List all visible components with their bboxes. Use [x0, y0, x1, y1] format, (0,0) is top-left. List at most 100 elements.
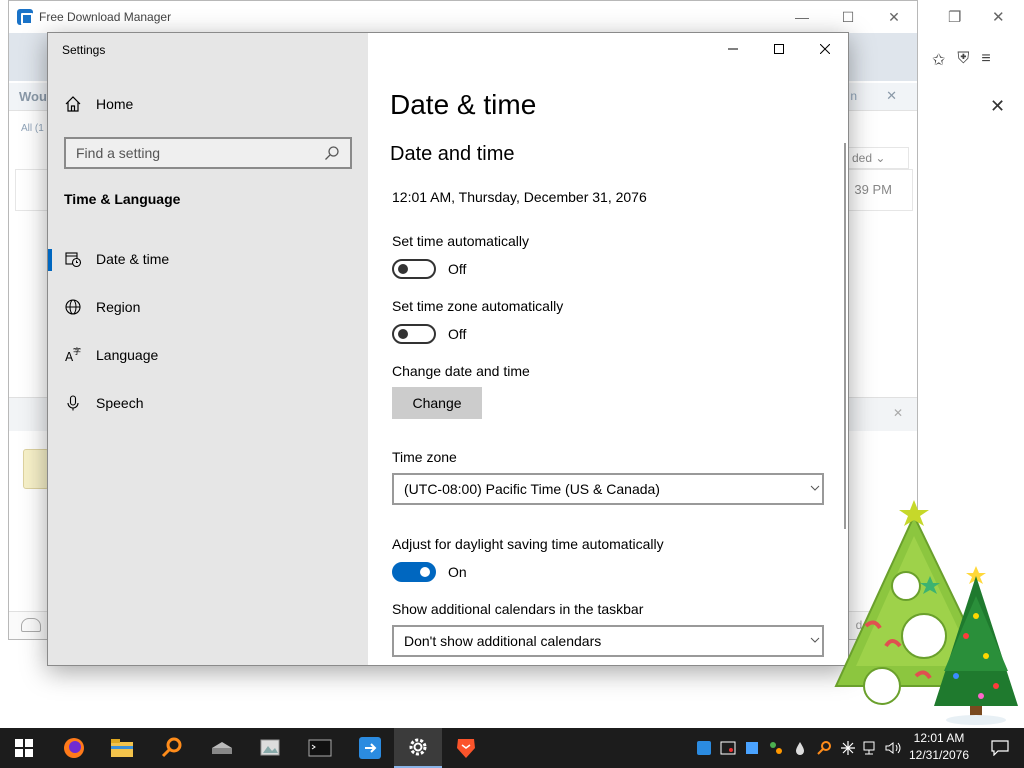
fdm-notice-text: Woul: [19, 89, 51, 104]
toggle-state: On: [448, 564, 467, 580]
fdm-item-time: 39 PM: [854, 182, 892, 197]
close-icon: [820, 44, 830, 54]
menu-icon[interactable]: ≡: [981, 50, 990, 70]
settings-nav: Settings Home Time & Language Date & tim…: [48, 33, 368, 665]
folder-icon: [23, 449, 49, 489]
taskbar-settings[interactable]: [394, 728, 442, 768]
magnifier-icon: [161, 737, 182, 758]
gear-icon: [409, 738, 427, 756]
dst-label: Adjust for daylight saving time automati…: [392, 536, 664, 552]
fdm-window-controls: ― ☐ ✕: [779, 1, 917, 33]
tray-app-icon[interactable]: [742, 728, 762, 768]
calendars-value: Don't show additional calendars: [404, 633, 602, 649]
settings-window: Settings Home Time & Language Date & tim…: [47, 32, 849, 666]
sidebar-item-label: Language: [96, 347, 159, 363]
globe-icon: [64, 298, 82, 316]
sidebar-item-label: Region: [96, 299, 141, 315]
tray-snowflake-icon[interactable]: [838, 728, 858, 768]
toggle-switch[interactable]: [392, 324, 436, 344]
tray-volume-icon[interactable]: [884, 728, 904, 768]
tray-fdm-icon[interactable]: [694, 728, 714, 768]
sidebar-item-label: Date & time: [96, 251, 170, 267]
fdm-logo-icon: [17, 9, 33, 25]
action-center-button[interactable]: [976, 728, 1024, 768]
fdm-sort-label: ded: [852, 151, 873, 165]
fdm-notice-close-icon[interactable]: ✕: [886, 88, 897, 104]
brave-icon: [457, 739, 475, 758]
toggle-switch[interactable]: [392, 562, 436, 582]
tray-drop-icon[interactable]: [790, 728, 810, 768]
current-datetime: 12:01 AM, Thursday, December 31, 2076: [392, 189, 647, 205]
restore-icon[interactable]: ❐: [948, 8, 961, 26]
start-button[interactable]: [0, 728, 48, 768]
tray-screenshot-icon[interactable]: [718, 728, 738, 768]
tray-network-icon[interactable]: [860, 728, 882, 768]
shield-icon[interactable]: ⛨: [957, 50, 969, 70]
taskbar-firefox[interactable]: [50, 728, 98, 768]
window-controls: [710, 33, 848, 65]
chevron-down-icon: [810, 637, 820, 643]
sidebar-item-date-time[interactable]: Date & time: [48, 239, 368, 279]
taskbar-terminal[interactable]: [296, 728, 344, 768]
window-title: Settings: [62, 43, 106, 57]
maximize-button[interactable]: [756, 33, 802, 65]
fdm-sort-dropdown[interactable]: ded ⌄: [845, 147, 909, 169]
toggle-switch[interactable]: [392, 259, 436, 279]
calendar-clock-icon: [64, 250, 82, 268]
toggle-state: Off: [448, 261, 467, 277]
sidebar-item-speech[interactable]: Speech: [48, 383, 368, 423]
browser-close-icon[interactable]: ✕: [992, 8, 1005, 26]
nav-home[interactable]: Home: [64, 95, 133, 113]
fdm-filter-tab[interactable]: All (1: [21, 123, 44, 134]
calendars-label: Show additional calendars in the taskbar: [392, 601, 644, 617]
taskbar-search-tool[interactable]: [148, 728, 196, 768]
taskbar-free-download-manager[interactable]: [346, 728, 394, 768]
taskbar: 12:01 AM 12/31/2076: [0, 728, 1024, 768]
christmas-tree-decoration: [834, 500, 1018, 725]
fdm-panel-close-icon[interactable]: ✕: [893, 406, 903, 420]
extensions-icon[interactable]: ✩: [932, 50, 945, 70]
sidebar-item-language[interactable]: A字 Language: [48, 335, 368, 375]
maximize-icon[interactable]: ☐: [825, 1, 871, 33]
calendars-dropdown[interactable]: Don't show additional calendars: [392, 625, 824, 657]
clock-date: 12/31/2076: [908, 748, 970, 762]
close-button[interactable]: [802, 33, 848, 65]
taskbar-photos-app[interactable]: [246, 728, 294, 768]
chevron-down-icon: [810, 485, 820, 491]
tray-network-tool-icon[interactable]: [766, 728, 786, 768]
set-timezone-auto-toggle[interactable]: Off: [392, 324, 466, 344]
change-button[interactable]: Change: [392, 387, 482, 419]
sidebar-item-region[interactable]: Region: [48, 287, 368, 327]
photos-icon: [260, 739, 280, 756]
time-zone-dropdown[interactable]: (UTC-08:00) Pacific Time (US & Canada): [392, 473, 824, 505]
speed-icon[interactable]: [21, 618, 41, 632]
close-icon[interactable]: ✕: [871, 1, 917, 33]
svg-text:字: 字: [73, 346, 81, 356]
minimize-icon[interactable]: ―: [779, 1, 825, 33]
time-zone-value: (UTC-08:00) Pacific Time (US & Canada): [404, 481, 660, 497]
taskbar-clock[interactable]: 12:01 AM 12/31/2076: [904, 730, 974, 766]
sidebar-item-label: Speech: [96, 395, 144, 411]
dst-toggle[interactable]: On: [392, 562, 467, 582]
clock-time: 12:01 AM: [913, 731, 965, 745]
nav-section-heading: Time & Language: [64, 191, 181, 207]
search-input[interactable]: [76, 145, 324, 161]
scrollbar[interactable]: [844, 143, 846, 529]
fdm-notice-right: n: [850, 89, 857, 103]
taskbar-drive-app[interactable]: [198, 728, 246, 768]
taskbar-file-explorer[interactable]: [98, 728, 146, 768]
toggle-state: Off: [448, 326, 467, 342]
microphone-icon: [64, 394, 82, 412]
set-timezone-auto-label: Set time zone automatically: [392, 298, 564, 314]
minimize-button[interactable]: [710, 33, 756, 65]
fdm-title: Free Download Manager: [39, 10, 172, 24]
browser-window-fragment: ❐ ✕ ✩ ⛨ ≡: [918, 0, 1024, 80]
drive-icon: [212, 742, 232, 754]
taskbar-brave[interactable]: [442, 728, 490, 768]
page-title: Date & time: [390, 89, 537, 120]
search-box[interactable]: [64, 137, 352, 169]
panel-close-icon[interactable]: ✕: [990, 96, 1005, 117]
set-time-auto-toggle[interactable]: Off: [392, 259, 466, 279]
settings-content: Date & time Date and time 12:01 AM, Thur…: [368, 33, 848, 665]
tray-search-icon[interactable]: [814, 728, 834, 768]
